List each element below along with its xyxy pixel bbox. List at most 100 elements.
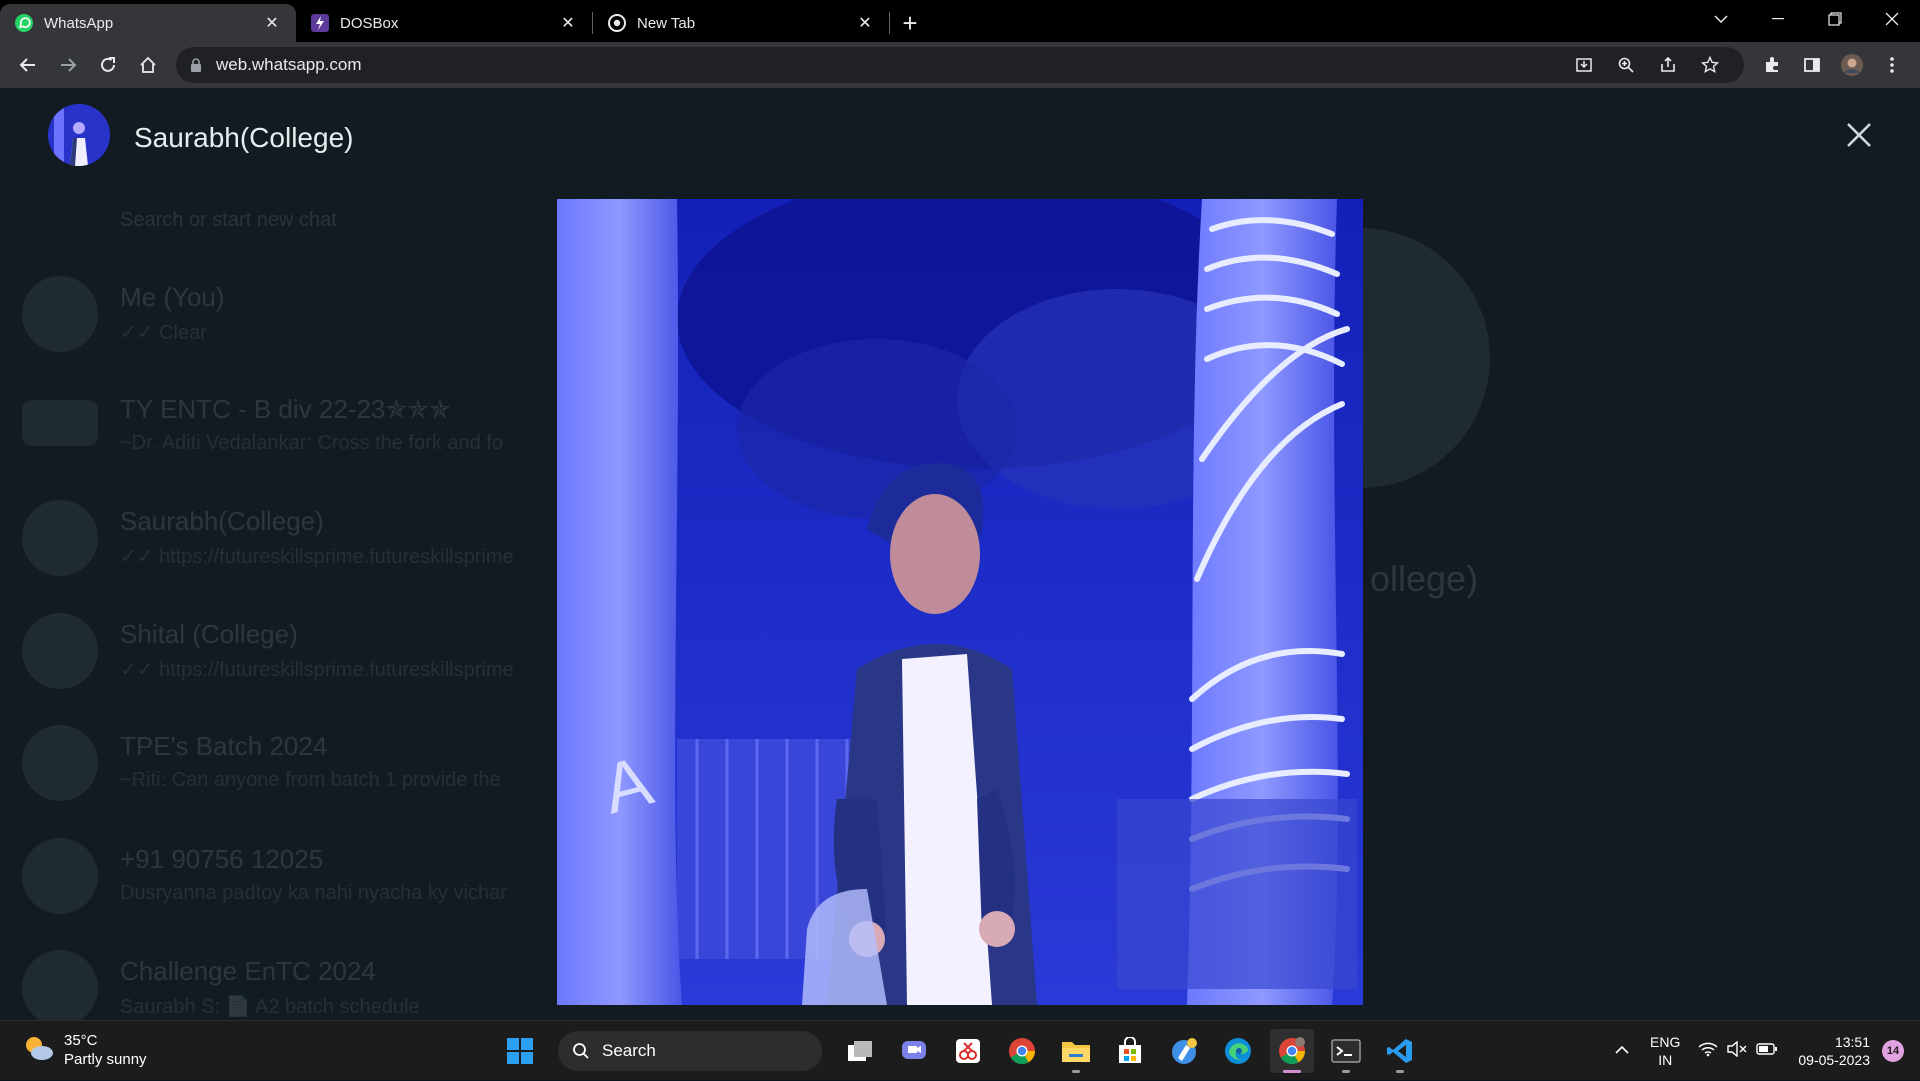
media-viewer-overlay: Search or start new chat Me (You) ✓✓ Cle… [0, 88, 1920, 1020]
avatar [22, 950, 98, 1020]
search-label: Search [602, 1041, 656, 1060]
start-button[interactable] [498, 1029, 542, 1073]
tab-dosbox[interactable]: DOSBox ✕ [296, 4, 592, 42]
forward-button[interactable] [48, 45, 88, 85]
chat-list-item: +91 90756 12025 Dusryanna padtoy ka nahi… [22, 838, 562, 938]
chat-preview: ~Dr. Aditi Vedalankar: Cross the fork an… [120, 432, 503, 454]
chat-list-item: Challenge EnTC 2024 Saurabh S: 📄 A2 batc… [22, 950, 562, 1020]
tab-new-tab[interactable]: New Tab ✕ [593, 4, 889, 42]
chrome-menu-icon[interactable] [1872, 45, 1912, 85]
profile-photo: A [557, 199, 1363, 1005]
teams-chat-icon[interactable] [892, 1029, 936, 1073]
close-window-button[interactable] [1863, 0, 1920, 38]
chat-list-item: Shital (College) ✓✓ https://futureskills… [22, 613, 562, 713]
weather-desc: Partly sunny [64, 1051, 147, 1068]
avatar [22, 400, 98, 446]
chat-list-item: Saurabh(College) ✓✓ https://futureskills… [22, 500, 562, 600]
chat-preview: ✓✓ Clear [120, 322, 207, 344]
battery-icon[interactable] [1756, 1042, 1778, 1061]
avatar [22, 276, 98, 352]
chat-name: Shital (College) [120, 619, 298, 649]
close-tab-icon[interactable]: ✕ [262, 13, 282, 33]
close-tab-icon[interactable]: ✕ [855, 13, 875, 33]
region-code: IN [1658, 1052, 1673, 1068]
tab-title: New Tab [637, 14, 696, 32]
android-studio-icon[interactable] [1162, 1029, 1206, 1073]
windows-taskbar: 35°C Partly sunny Search ENG IN 13:51 09… [0, 1020, 1920, 1080]
chat-list-item: Me (You) ✓✓ Clear [22, 276, 562, 376]
dosbox-icon [310, 13, 330, 33]
task-view-icon[interactable] [838, 1029, 882, 1073]
language-code: ENG [1650, 1034, 1681, 1050]
edge-icon[interactable] [1216, 1029, 1260, 1073]
contact-avatar[interactable] [48, 104, 110, 166]
browser-tab-strip: WhatsApp ✕ DOSBox ✕ New Tab ✕ + [0, 0, 1920, 42]
chat-name: Challenge EnTC 2024 [120, 956, 376, 986]
url-text: web.whatsapp.com [216, 55, 362, 74]
vscode-icon[interactable] [1378, 1029, 1422, 1073]
tab-title: WhatsApp [44, 14, 114, 32]
profile-avatar[interactable] [1832, 45, 1872, 85]
share-icon[interactable] [1648, 45, 1688, 85]
chat-list-item: TPE's Batch 2024 ~Riti: Can anyone from … [22, 725, 562, 825]
system-tray: ENG IN 13:51 09-05-2023 14 [1614, 1021, 1920, 1081]
reload-button[interactable] [88, 45, 128, 85]
notification-badge[interactable]: 14 [1882, 1040, 1904, 1062]
back-button[interactable] [8, 45, 48, 85]
terminal-icon[interactable] [1324, 1029, 1368, 1073]
close-tab-icon[interactable]: ✕ [558, 13, 578, 33]
chat-preview: ✓✓ https://futureskillsprime.futureskill… [120, 659, 514, 681]
taskbar-apps: Search [498, 1029, 1422, 1073]
file-explorer-icon[interactable] [1054, 1029, 1098, 1073]
chrome-icon[interactable] [1000, 1029, 1044, 1073]
zoom-icon[interactable] [1606, 45, 1646, 85]
browser-toolbar: web.whatsapp.com [0, 42, 1920, 88]
partly-sunny-icon [22, 1034, 54, 1067]
chat-name: +91 90756 12025 [120, 844, 324, 874]
date-text: 09-05-2023 [1798, 1052, 1870, 1068]
language-indicator[interactable]: ENG IN [1650, 1033, 1680, 1069]
install-app-icon[interactable] [1564, 45, 1604, 85]
tab-whatsapp[interactable]: WhatsApp ✕ [0, 4, 296, 42]
chat-preview: ~Riti: Can anyone from batch 1 provide t… [120, 769, 501, 791]
avatar [22, 500, 98, 576]
avatar [22, 725, 98, 801]
lock-icon[interactable] [190, 58, 202, 72]
time-text: 13:51 [1834, 1034, 1870, 1050]
whatsapp-icon [14, 13, 34, 33]
window-controls [1692, 0, 1920, 38]
minimize-button[interactable] [1749, 0, 1806, 38]
avatar [22, 613, 98, 689]
chat-preview: Dusryanna padtoy ka nahi nyacha ky vicha… [120, 882, 507, 904]
bookmark-star-icon[interactable] [1690, 45, 1730, 85]
snipping-tool-icon[interactable] [946, 1029, 990, 1073]
chat-name: Saurabh(College) [120, 506, 324, 536]
chat-name: TY ENTC - B div 22-23✯✯✯ [120, 394, 451, 424]
contact-info-name: ollege) [1370, 558, 1479, 599]
avatar [22, 838, 98, 914]
weather-widget[interactable]: 35°C Partly sunny [22, 1031, 147, 1069]
close-viewer-button[interactable] [1842, 118, 1876, 152]
chat-preview: Saurabh S: 📄 A2 batch schedule [120, 996, 420, 1018]
microsoft-store-icon[interactable] [1108, 1029, 1152, 1073]
volume-muted-icon[interactable] [1726, 1040, 1748, 1062]
new-tab-button[interactable]: + [890, 4, 930, 42]
chat-name: TPE's Batch 2024 [120, 731, 328, 761]
contact-name: Saurabh(College) [134, 122, 354, 153]
chat-name: Me (You) [120, 282, 225, 312]
chat-list-item: TY ENTC - B div 22-23✯✯✯ ~Dr. Aditi Veda… [22, 388, 562, 488]
home-button[interactable] [128, 45, 168, 85]
wifi-icon[interactable] [1698, 1041, 1718, 1062]
clock[interactable]: 13:51 09-05-2023 [1798, 1033, 1870, 1069]
restore-button[interactable] [1806, 0, 1863, 38]
taskbar-search[interactable]: Search [558, 1031, 822, 1071]
weather-temp: 35°C [64, 1032, 98, 1049]
address-bar[interactable]: web.whatsapp.com [176, 47, 1744, 83]
search-icon [573, 1043, 589, 1059]
tab-title: DOSBox [340, 14, 399, 32]
chrome-profile-icon[interactable] [1270, 1029, 1314, 1073]
chevron-up-icon[interactable] [1614, 1042, 1630, 1060]
extensions-icon[interactable] [1752, 45, 1792, 85]
tab-search-chevron-icon[interactable] [1692, 0, 1749, 38]
side-panel-icon[interactable] [1792, 45, 1832, 85]
